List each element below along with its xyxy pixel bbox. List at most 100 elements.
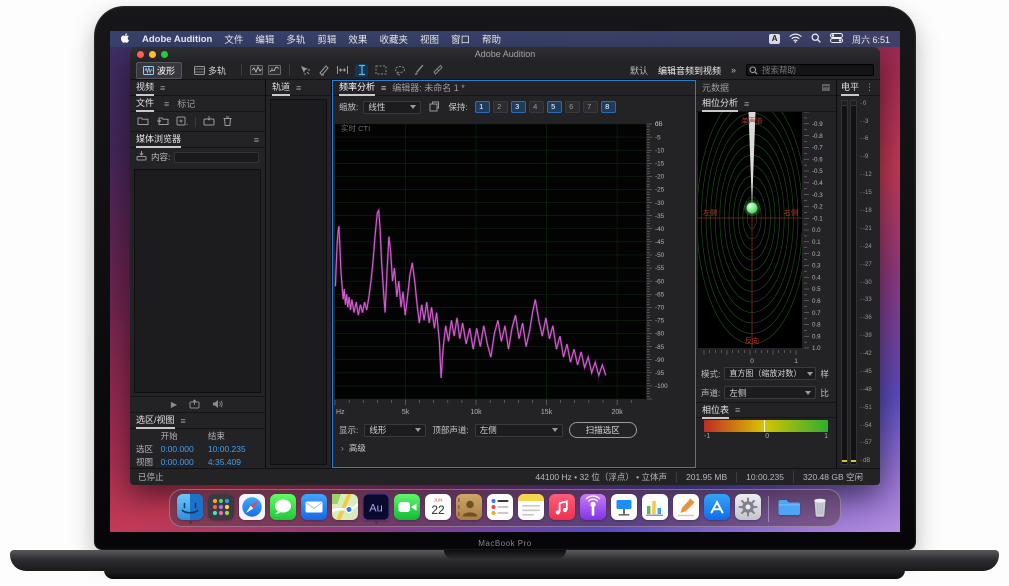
tab-phase-analysis[interactable]: 相位分析 [702, 95, 738, 112]
menu-item-7[interactable]: 窗口 [451, 32, 470, 46]
top-channel-dropdown[interactable]: 左侧 [475, 424, 563, 437]
speaker-icon[interactable] [212, 396, 224, 414]
media-browser-list[interactable] [134, 169, 261, 393]
ibeam-tool-icon[interactable] [355, 64, 368, 77]
wifi-icon[interactable] [789, 33, 802, 46]
waveform-display-icon[interactable] [250, 64, 263, 77]
panel-menu-icon[interactable]: ≡ [254, 135, 259, 145]
tab-editor[interactable]: 编辑器: 未命名 1 * [392, 80, 465, 95]
dock-notes-icon[interactable] [518, 494, 544, 524]
menu-item-5[interactable]: 收藏夹 [379, 32, 408, 46]
scale-dropdown[interactable]: 线性 [363, 101, 421, 114]
spectrum-plot[interactable]: 0-5-10-15-20-25-30-35-40-45-50-55-60-65-… [332, 118, 695, 420]
media-browser-header[interactable]: 媒体浏览器 ≡ [130, 132, 265, 148]
phase-analysis-header[interactable]: 相位分析 ≡ [696, 96, 836, 112]
dock-contacts-icon[interactable] [456, 494, 482, 524]
tracks-empty-area[interactable] [270, 99, 327, 465]
window-titlebar[interactable]: Adobe Audition [130, 47, 880, 61]
marquee-tool-icon[interactable] [374, 64, 387, 77]
dock-launchpad-icon[interactable] [208, 494, 234, 524]
menu-item-1[interactable]: 编辑 [255, 32, 274, 46]
phase-plot[interactable]: 单声道左侧右侧反向-0.9-0.8-0.7-0.6-0.5-0.4-0.3-0.… [696, 112, 836, 364]
panel-menu-icon[interactable]: ≡ [744, 99, 749, 109]
display-dropdown[interactable]: 线形 [364, 424, 426, 437]
menu-item-0[interactable]: 文件 [224, 32, 243, 46]
dock-folder-icon[interactable] [776, 494, 802, 524]
workspace-edit-audio-to-video[interactable]: 编辑音频到视频 [658, 64, 721, 77]
spotlight-search-icon[interactable] [811, 33, 821, 46]
brush-tool-icon[interactable] [412, 64, 425, 77]
tab-markers[interactable]: 标记 [177, 96, 195, 111]
hold-button-6[interactable]: 6 [565, 101, 580, 113]
dock-finder-icon[interactable] [177, 494, 203, 524]
dock-safari-icon[interactable] [239, 494, 265, 524]
dock-music-icon[interactable] [549, 494, 575, 524]
new-item-icon[interactable] [176, 113, 188, 131]
dock-facetime-icon[interactable] [394, 494, 420, 524]
control-center-icon[interactable] [830, 33, 843, 46]
panel-menu-icon[interactable]: ≡ [160, 83, 165, 93]
tracks-tab[interactable]: 轨道 [272, 79, 290, 96]
menu-item-4[interactable]: 效果 [348, 32, 367, 46]
menu-item-8[interactable]: 帮助 [482, 32, 501, 46]
dock-keynote-icon[interactable] [611, 494, 637, 524]
menu-item-6[interactable]: 视图 [420, 32, 439, 46]
import-files-icon[interactable] [156, 113, 169, 131]
channel-dropdown[interactable]: 左侧 [724, 386, 816, 399]
spectral-display-icon[interactable] [268, 64, 281, 77]
hold-button-3[interactable]: 3 [511, 101, 526, 113]
panel-menu-icon[interactable]: ▤ [821, 82, 830, 93]
tab-metadata[interactable]: 元数据 [702, 80, 729, 95]
apple-menu-icon[interactable] [120, 32, 130, 47]
razor-tool-icon[interactable] [317, 64, 330, 77]
mode-dropdown[interactable]: 直方图（缩放对数） [724, 367, 816, 380]
workspace-default[interactable]: 默认 [630, 64, 648, 77]
panel-menu-icon[interactable]: ≡ [181, 416, 186, 426]
move-tool-icon[interactable] [298, 64, 311, 77]
hold-button-7[interactable]: 7 [583, 101, 598, 113]
hold-button-1[interactable]: 1 [475, 101, 490, 113]
dock-audition-icon[interactable]: Au [363, 494, 389, 524]
levels-header[interactable]: 电平 ⋮ [837, 80, 880, 96]
hold-button-8[interactable]: 8 [601, 101, 616, 113]
panel-menu-icon[interactable]: ⋮ [865, 82, 874, 93]
advanced-row[interactable]: › 高级 [332, 440, 695, 456]
dock-podcasts-icon[interactable] [580, 494, 606, 524]
slip-tool-icon[interactable] [336, 64, 349, 77]
help-search[interactable] [746, 64, 874, 76]
dock-settings-icon[interactable] [735, 494, 761, 524]
tab-frequency-analysis[interactable]: 频率分析 [339, 79, 375, 96]
menu-item-2[interactable]: 多轨 [286, 32, 305, 46]
open-folder-icon[interactable] [137, 113, 149, 131]
input-source-icon[interactable]: A [769, 34, 780, 44]
tab-levels[interactable]: 电平 [841, 79, 859, 96]
menu-app-name[interactable]: Adobe Audition [142, 34, 212, 45]
dock-maps-icon[interactable] [332, 494, 358, 524]
workspace-overflow-chevrons[interactable]: » [731, 65, 736, 75]
media-browser-tab[interactable]: 媒体浏览器 [136, 131, 181, 148]
panel-menu-icon[interactable]: ≡ [164, 99, 169, 109]
trash-icon[interactable] [223, 113, 232, 131]
dock-reminders-icon[interactable] [487, 494, 513, 524]
healing-brush-tool-icon[interactable] [431, 64, 444, 77]
phase-meter-header[interactable]: 相位表 ≡ [696, 402, 836, 418]
import-drive-icon[interactable] [136, 151, 147, 163]
menu-clock[interactable]: 周六 6:51 [852, 33, 890, 46]
panel-menu-icon[interactable]: ≡ [735, 405, 740, 415]
copy-graph-icon[interactable] [429, 101, 440, 114]
tab-phase-meter[interactable]: 相位表 [702, 402, 729, 419]
video-panel-header[interactable]: 视频 ≡ [130, 80, 265, 96]
selection-row[interactable]: 选区 0:00.000 10:00.235 [130, 442, 265, 455]
dock-numbers-icon[interactable] [642, 494, 668, 524]
dock-appstore-icon[interactable] [704, 494, 730, 524]
panel-menu-icon[interactable]: ≡ [296, 83, 301, 93]
metadata-header[interactable]: 元数据 ▤ [696, 80, 836, 96]
waveform-view-button[interactable]: 波形 [136, 62, 182, 79]
menu-item-3[interactable]: 剪辑 [317, 32, 336, 46]
dock-messages-icon[interactable] [270, 494, 296, 524]
content-field[interactable] [174, 152, 259, 163]
view-row[interactable]: 视图 0:00.000 4:35.409 [130, 455, 265, 468]
dock-mail-icon[interactable] [301, 494, 327, 524]
dock-calendar-icon[interactable]: JUN22 [425, 494, 451, 524]
play-icon[interactable]: ▶ [171, 401, 177, 409]
